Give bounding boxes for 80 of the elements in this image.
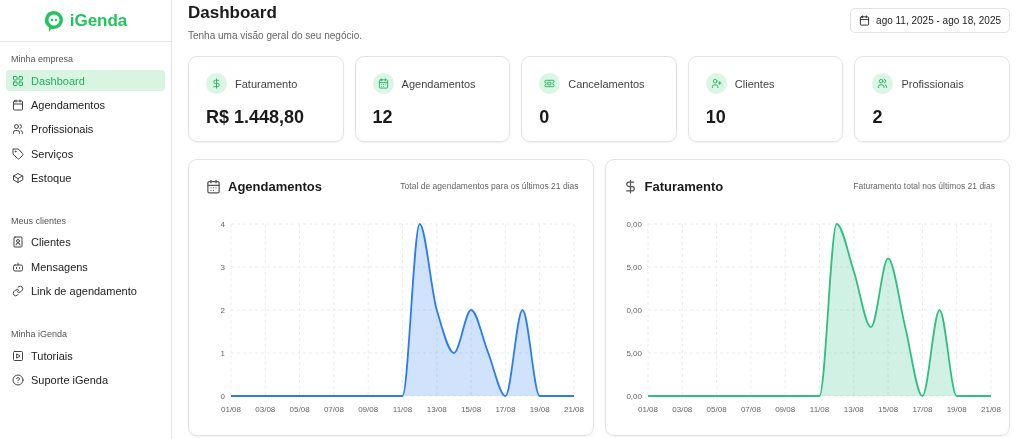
x-axis-label: 11/08 xyxy=(392,405,413,414)
chart-subtitle: Total de agendamentos para os últimos 21 dias xyxy=(400,181,579,191)
page-subtitle: Tenha uma visão geral do seu negócio. xyxy=(188,30,362,41)
stat-label: Profissionais xyxy=(901,77,964,90)
y-axis-label: 5,00 xyxy=(625,349,642,358)
y-axis-label: 0,00 xyxy=(625,392,642,401)
stat-label: Cancelamentos xyxy=(568,77,645,90)
sidebar-item[interactable]: Tutoriais xyxy=(6,345,165,367)
x-axis-label: 17/08 xyxy=(911,405,932,414)
page-title: Dashboard xyxy=(188,3,278,23)
section-title: Minha empresa xyxy=(10,54,75,64)
chart-title: Faturamento xyxy=(644,178,724,194)
bot-icon xyxy=(12,260,24,273)
date-range-button[interactable]: ago 11, 2025 - ago 18, 2025 xyxy=(850,8,1010,33)
grid-icon xyxy=(12,74,24,87)
sidebar-item[interactable]: Profissionais xyxy=(6,118,165,140)
stat-label: Faturamento xyxy=(235,77,298,90)
user-plus-icon xyxy=(710,78,722,89)
help-circle-icon xyxy=(12,374,24,386)
x-axis-label: 09/08 xyxy=(358,405,379,414)
x-axis-label: 17/08 xyxy=(495,405,516,414)
users-icon xyxy=(12,123,24,136)
y-axis-label: 5,00 xyxy=(625,263,642,272)
calendar-icon xyxy=(859,15,871,26)
y-axis-label: 0,00 xyxy=(625,220,642,229)
sidebar-item[interactable]: Link de agendamento xyxy=(6,280,165,302)
x-axis-label: 07/08 xyxy=(323,405,344,414)
stat-value: R$ 1.448,80 xyxy=(206,107,306,128)
stat-value: 12 xyxy=(372,107,394,128)
x-axis-label: 09/08 xyxy=(774,405,795,414)
box-icon xyxy=(12,172,24,185)
y-axis-label: 2 xyxy=(220,306,225,315)
sidebar-item[interactable]: Clientes xyxy=(6,231,165,253)
sidebar-item[interactable]: Mensagens xyxy=(6,256,165,278)
sidebar-item[interactable]: Serviços xyxy=(6,143,165,165)
x-axis-label: 01/08 xyxy=(637,405,658,414)
y-axis-label: 3 xyxy=(220,263,225,272)
y-axis-label: 1 xyxy=(220,349,225,358)
x-axis-label: 13/08 xyxy=(426,405,447,414)
x-axis-label: 03/08 xyxy=(671,405,692,414)
ticket-icon xyxy=(544,78,556,89)
section-title: Minha iGenda xyxy=(10,329,69,340)
calendar-icon xyxy=(377,78,389,89)
chat-bubble-logo-icon xyxy=(43,9,64,32)
brand-name: iGenda xyxy=(69,10,128,31)
x-axis-label: 11/08 xyxy=(809,405,829,414)
chart-subtitle: Faturamento total nos últimos 21 dias xyxy=(853,181,995,191)
x-axis-label: 05/08 xyxy=(706,405,727,414)
contact-card-icon xyxy=(12,236,24,249)
x-axis-label: 07/08 xyxy=(740,405,761,414)
x-axis-label: 19/08 xyxy=(946,405,967,414)
x-axis-label: 03/08 xyxy=(255,405,276,414)
x-axis-label: 21/08 xyxy=(564,405,584,414)
sidebar-item[interactable]: Estoque xyxy=(6,167,165,189)
x-axis-label: 05/08 xyxy=(289,405,310,414)
calendar-icon xyxy=(12,98,24,111)
x-axis-label: 01/08 xyxy=(221,405,241,414)
play-square-icon xyxy=(12,349,24,362)
x-axis-label: 15/08 xyxy=(877,405,898,414)
y-axis-label: 4 xyxy=(220,220,225,229)
link-icon xyxy=(12,285,24,298)
stat-label: Agendamentos xyxy=(401,77,476,90)
y-axis-label: 0 xyxy=(220,392,225,401)
sidebar-item[interactable]: Agendamentos xyxy=(6,94,165,116)
y-axis-label: 0,00 xyxy=(625,306,642,315)
calendar-icon xyxy=(206,178,221,194)
x-axis-label: 19/08 xyxy=(529,405,550,414)
tag-icon xyxy=(12,147,24,160)
stat-label: Clientes xyxy=(734,77,775,90)
x-axis-label: 13/08 xyxy=(843,405,864,414)
x-axis-label: 15/08 xyxy=(461,405,482,414)
chart-title: Agendamentos xyxy=(228,178,322,194)
stat-value: 10 xyxy=(705,107,727,128)
sidebar-item[interactable]: Suporte iGenda xyxy=(6,369,165,391)
users-icon xyxy=(877,78,889,89)
stat-value: 2 xyxy=(872,107,884,128)
stat-value: 0 xyxy=(539,107,551,128)
dollar-icon xyxy=(211,78,222,89)
x-axis-label: 21/08 xyxy=(980,405,1001,414)
section-title: Meus clientes xyxy=(10,215,68,226)
